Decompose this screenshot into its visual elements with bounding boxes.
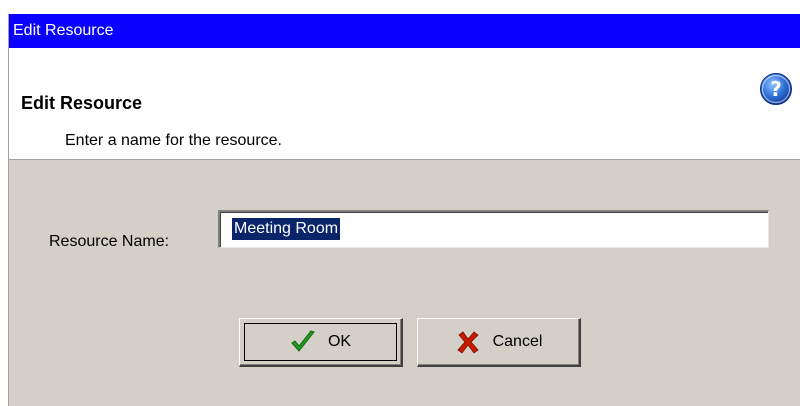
x-icon: [457, 331, 479, 354]
dialog-header: Edit Resource Enter a name for the resou…: [9, 48, 800, 160]
resource-name-input[interactable]: Meeting Room: [218, 210, 769, 248]
help-icon[interactable]: ?: [759, 72, 793, 106]
dialog-subtext: Enter a name for the resource.: [65, 132, 282, 149]
ok-button-label: OK: [327, 333, 352, 350]
resource-name-value: Meeting Room: [232, 218, 341, 240]
window-title: Edit Resource: [13, 22, 114, 39]
ok-button[interactable]: OK: [239, 318, 403, 367]
svg-text:?: ?: [770, 77, 782, 101]
cancel-button-label: Cancel: [492, 333, 543, 350]
title-bar[interactable]: Edit Resource: [9, 14, 800, 48]
edit-resource-dialog: Edit Resource Edit Resource Enter a name…: [8, 14, 800, 406]
resource-name-label: Resource Name:: [49, 233, 170, 250]
dialog-heading: Edit Resource: [21, 93, 143, 113]
focus-rectangle: [244, 323, 397, 361]
cancel-button[interactable]: Cancel: [417, 318, 581, 367]
